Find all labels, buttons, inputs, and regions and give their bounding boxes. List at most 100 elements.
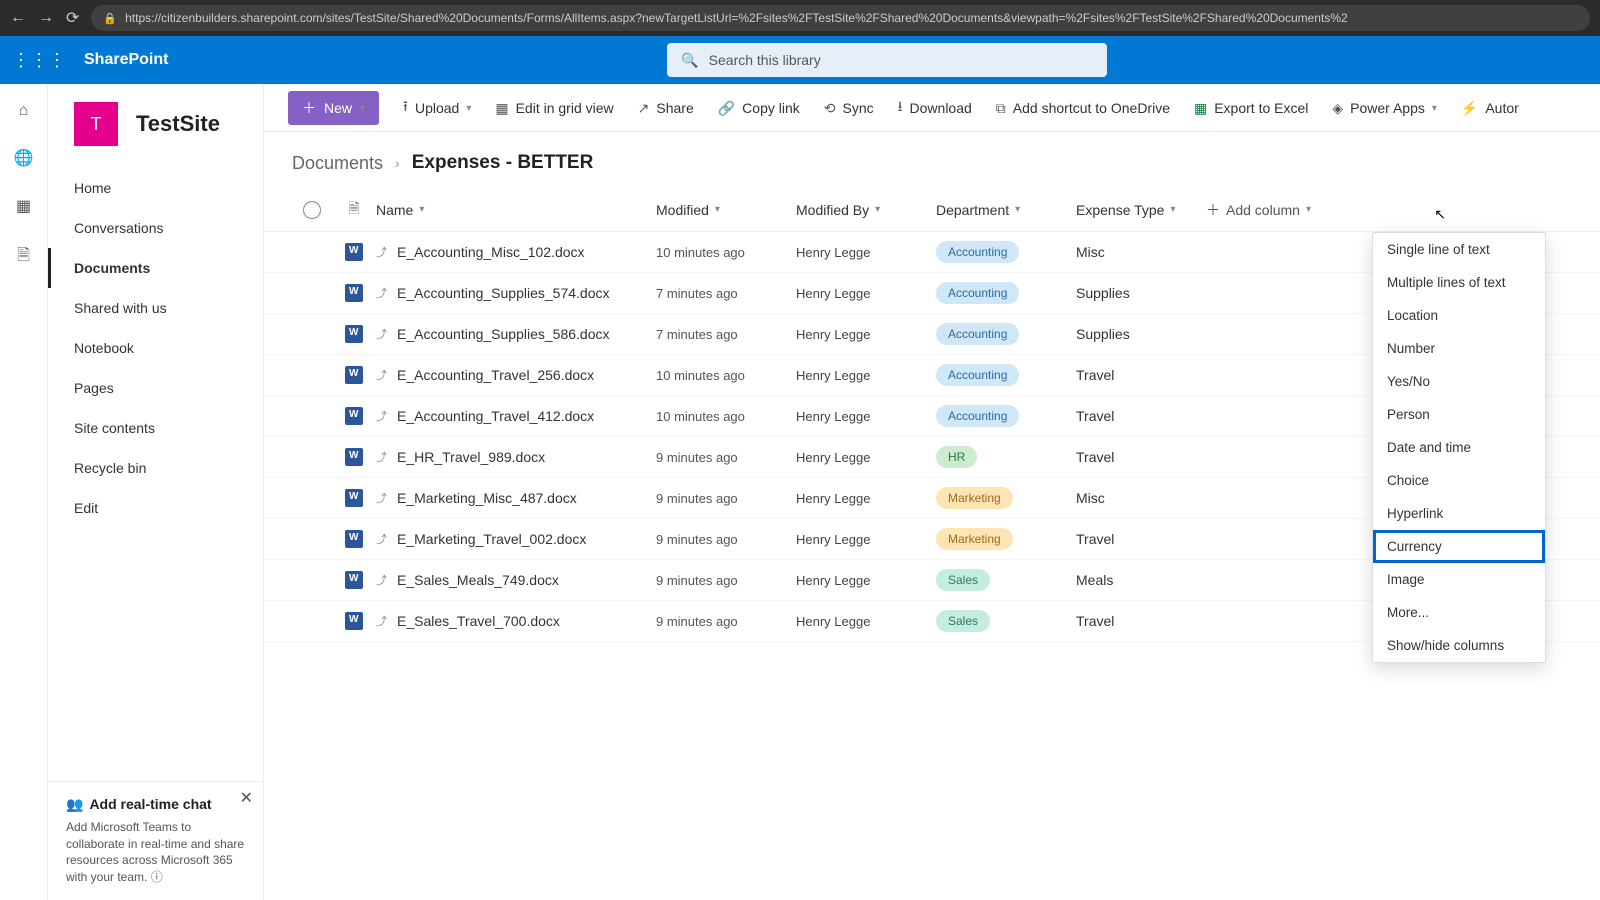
add-column-option-location[interactable]: Location [1373,299,1545,332]
add-column-option-date-and-time[interactable]: Date and time [1373,431,1545,464]
powerapps-icon: ◈ [1332,100,1343,117]
file-name[interactable]: ⤴E_Sales_Travel_700.docx [376,613,656,629]
chevron-down-icon: ▾ [1432,103,1437,114]
file-name[interactable]: ⤴E_Accounting_Travel_256.docx [376,367,656,383]
reload-button[interactable]: ⟳ [66,8,79,28]
teams-chat-promo: ✕ 👥Add real-time chat Add Microsoft Team… [48,781,263,900]
power-apps-button[interactable]: ◈Power Apps▾ [1332,100,1437,117]
modified-cell: 9 minutes ago [656,573,796,588]
add-column-option-person[interactable]: Person [1373,398,1545,431]
nav-item-documents[interactable]: Documents [48,248,263,288]
teams-icon: 👥 [66,796,83,813]
add-column-option-hyperlink[interactable]: Hyperlink [1373,497,1545,530]
export-excel-button[interactable]: ▦Export to Excel [1194,100,1308,117]
modifiedby-cell: Henry Legge [796,532,936,547]
file-icon [332,571,376,589]
back-button[interactable]: ← [10,9,26,27]
nav-item-pages[interactable]: Pages [48,368,263,408]
modifiedby-cell: Henry Legge [796,450,936,465]
column-modifiedby-header[interactable]: Modified By▾ [796,202,936,218]
nav-item-site-contents[interactable]: Site contents [48,408,263,448]
file-name[interactable]: ⤴E_Sales_Meals_749.docx [376,572,656,588]
brand-label[interactable]: SharePoint [84,51,168,69]
download-button[interactable]: ⭳Download [898,96,972,120]
address-bar[interactable]: 🔒 https://citizenbuilders.sharepoint.com… [91,5,1590,31]
file-name[interactable]: ⤴E_Accounting_Travel_412.docx [376,408,656,424]
news-icon[interactable]: ▦ [16,196,31,216]
add-column-option-single-line-of-text[interactable]: Single line of text [1373,233,1545,266]
file-name[interactable]: ⤴E_Marketing_Misc_487.docx [376,490,656,506]
file-icon [332,325,376,343]
file-icon [332,284,376,302]
nav-item-notebook[interactable]: Notebook [48,328,263,368]
column-name-header[interactable]: Name▾ [376,202,656,218]
files-icon[interactable]: 🗎 [17,244,30,271]
share-button[interactable]: ↗Share [638,100,694,117]
expensetype-cell: Misc [1076,490,1206,506]
browser-chrome: ← → ⟳ 🔒 https://citizenbuilders.sharepoi… [0,0,1600,36]
forward-button[interactable]: → [38,9,54,27]
search-icon: 🔍 [681,52,698,69]
file-name[interactable]: ⤴E_Marketing_Travel_002.docx [376,531,656,547]
close-icon[interactable]: ✕ [240,788,253,808]
share-icon: ↗ [638,100,650,117]
globe-icon[interactable]: 🌐 [14,148,34,168]
add-column-option-more-[interactable]: More... [1373,596,1545,629]
nav-item-shared-with-us[interactable]: Shared with us [48,288,263,328]
add-column-option-show-hide-columns[interactable]: Show/hide columns [1373,629,1545,662]
excel-icon: ▦ [1194,100,1207,117]
sync-button[interactable]: ⟲Sync [824,100,874,117]
modified-cell: 10 minutes ago [656,368,796,383]
department-cell: HR [936,446,1076,468]
new-button[interactable]: ＋ New ▾ [288,91,379,125]
automate-button[interactable]: ⚡Autor [1461,100,1519,117]
add-column-button[interactable]: ＋Add column▾ [1206,200,1346,220]
new-label: New [324,100,352,116]
add-column-option-number[interactable]: Number [1373,332,1545,365]
chevron-down-icon: ▾ [1015,204,1020,215]
modifiedby-cell: Henry Legge [796,614,936,629]
nav-item-home[interactable]: Home [48,168,263,208]
upload-icon: ⭱ [403,96,408,120]
add-column-option-image[interactable]: Image [1373,563,1545,596]
plus-icon: ＋ [302,98,316,118]
edit-grid-button[interactable]: ▦Edit in grid view [495,100,613,117]
column-expensetype-header[interactable]: Expense Type▾ [1076,202,1206,218]
site-logo[interactable]: T [74,102,118,146]
filetype-header[interactable]: 🗎 [332,198,376,222]
modified-cell: 9 minutes ago [656,491,796,506]
download-icon: ⭳ [898,96,903,120]
copy-link-button[interactable]: 🔗Copy link [718,100,800,117]
home-icon[interactable]: ⌂ [19,102,29,120]
file-name[interactable]: ⤴E_Accounting_Misc_102.docx [376,244,656,260]
modified-cell: 10 minutes ago [656,245,796,260]
nav-item-conversations[interactable]: Conversations [48,208,263,248]
left-nav: T TestSite HomeConversationsDocumentsSha… [48,84,264,900]
search-input[interactable]: 🔍 Search this library [667,43,1107,77]
site-title[interactable]: TestSite [136,111,220,137]
expensetype-cell: Travel [1076,531,1206,547]
department-cell: Accounting [936,405,1076,427]
nav-item-recycle-bin[interactable]: Recycle bin [48,448,263,488]
add-shortcut-button[interactable]: ⧉Add shortcut to OneDrive [996,100,1170,117]
add-column-option-currency[interactable]: Currency [1373,530,1545,563]
upload-button[interactable]: ⭱Upload▾ [403,96,471,120]
file-name[interactable]: ⤴E_Accounting_Supplies_586.docx [376,326,656,342]
sync-icon: ⟲ [824,100,836,117]
nav-item-edit[interactable]: Edit [48,488,263,528]
app-launcher-icon[interactable]: ⋮⋮⋮ [12,50,66,71]
breadcrumb-root[interactable]: Documents [292,153,383,174]
department-cell: Accounting [936,323,1076,345]
mouse-cursor: ↖ [1434,206,1446,223]
select-all[interactable] [292,201,332,219]
add-column-option-yes-no[interactable]: Yes/No [1373,365,1545,398]
file-name[interactable]: ⤴E_Accounting_Supplies_574.docx [376,285,656,301]
add-column-option-choice[interactable]: Choice [1373,464,1545,497]
chevron-down-icon: ▾ [875,204,880,215]
column-modified-header[interactable]: Modified▾ [656,202,796,218]
file-name[interactable]: ⤴E_HR_Travel_989.docx [376,449,656,465]
modified-cell: 9 minutes ago [656,614,796,629]
add-column-option-multiple-lines-of-text[interactable]: Multiple lines of text [1373,266,1545,299]
column-department-header[interactable]: Department▾ [936,202,1076,218]
promo-body: Add Microsoft Teams to collaborate in re… [66,819,245,886]
